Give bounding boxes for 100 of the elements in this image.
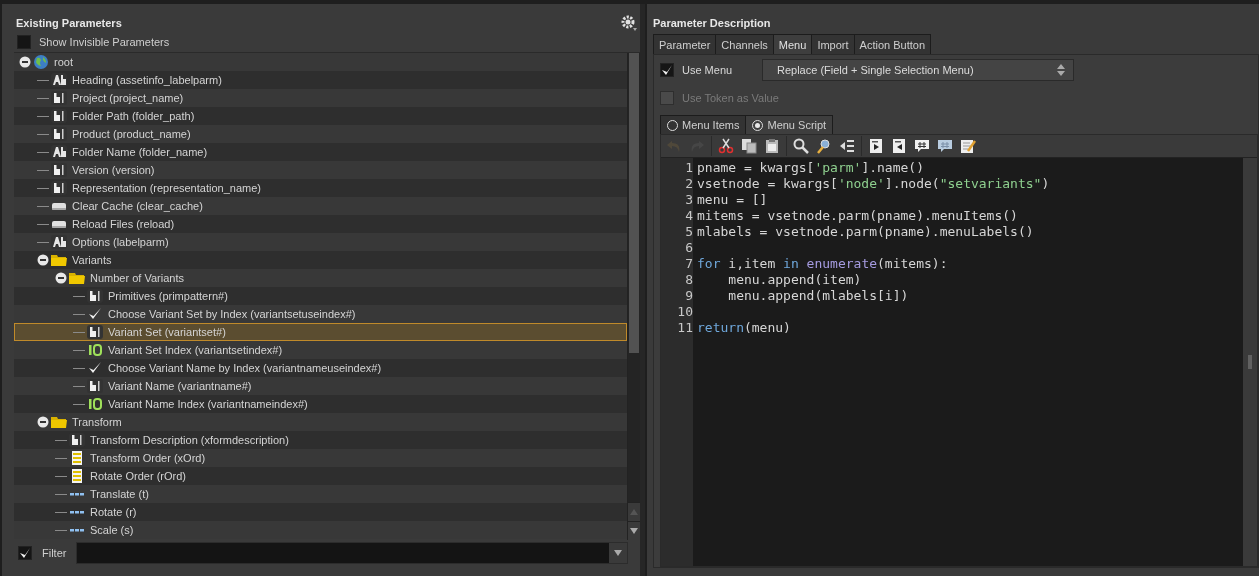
scissors-icon — [718, 138, 734, 154]
scissors-button[interactable] — [717, 137, 735, 155]
copy-button[interactable] — [740, 137, 758, 155]
search-button[interactable] — [792, 137, 810, 155]
tree-row[interactable]: Transform Description (xformdescription) — [14, 431, 627, 449]
indent-button[interactable] — [867, 137, 885, 155]
string-parm-icon — [87, 325, 103, 339]
clipboard-button[interactable] — [763, 137, 781, 155]
panel-title: Parameter Description — [652, 16, 772, 31]
tree-row[interactable]: Rotate Order (rOrd) — [14, 467, 627, 485]
integer-parm-icon — [87, 343, 103, 357]
folder-icon — [68, 271, 86, 285]
tree-row[interactable]: Folder Path (folder_path) — [14, 107, 627, 125]
collapse-icon[interactable] — [19, 56, 31, 68]
string-parm-icon — [51, 181, 67, 195]
magnifier-pencil-icon — [816, 138, 832, 154]
checkbox[interactable] — [17, 35, 31, 49]
string-parm-icon — [69, 433, 85, 447]
code-line: mitems = vsetnode.parm(pname).menuItems() — [697, 208, 1018, 224]
parameter-label: Variant Set (variantset#) — [108, 326, 226, 338]
line-number: 6 — [684, 240, 694, 256]
code-line: return(menu) — [697, 320, 791, 336]
line-number: 5 — [684, 224, 694, 240]
integer-parm-icon — [87, 397, 103, 411]
menu-parm-icon — [69, 451, 85, 465]
radio-tab[interactable]: Menu Items — [660, 115, 747, 134]
globe-icon — [33, 54, 49, 70]
code-line: menu.append(item) — [727, 272, 862, 288]
line-number: 7 — [684, 256, 694, 272]
line-number: 4 — [684, 208, 694, 224]
scrollbar[interactable] — [627, 53, 640, 540]
line-number: 1 — [684, 160, 694, 176]
scroll-thumb[interactable] — [629, 53, 639, 353]
collapse-icon[interactable] — [37, 416, 49, 428]
filter-label: Filter — [42, 547, 67, 559]
updown-arrows-icon — [1057, 64, 1065, 76]
copy-icon — [741, 138, 757, 154]
parameter-label: Number of Variants — [90, 272, 184, 284]
tree-row[interactable]: Heading (assetinfo_labelparm) — [14, 71, 627, 89]
tree-row[interactable]: Variant Name Index (variantnameindex#) — [14, 395, 627, 413]
menu-type-dropdown[interactable]: Replace (Field + Single Selection Menu) — [762, 59, 1074, 81]
parameter-label: Representation (representation_name) — [72, 182, 261, 194]
folder-icon — [50, 253, 68, 267]
parameter-label: Variant Set Index (variantsetindex#) — [108, 344, 283, 356]
notepad-pencil-button[interactable] — [959, 137, 977, 155]
checkbox-label: Use Token as Value — [682, 92, 779, 104]
outdent-button[interactable] — [890, 137, 908, 155]
tree-row[interactable]: Primitives (primpattern#) — [14, 287, 627, 305]
scroll-down-button[interactable] — [628, 521, 640, 540]
tree-row[interactable]: Representation (representation_name) — [14, 179, 627, 197]
tab[interactable]: Channels — [715, 34, 774, 54]
checkbox-label: Use Menu — [682, 64, 734, 76]
comment-button[interactable] — [913, 137, 931, 155]
string-parm-icon — [51, 91, 67, 105]
parameter-label: Primitives (primpattern#) — [108, 290, 228, 302]
tab[interactable]: Menu — [772, 34, 813, 54]
tab[interactable]: Parameter — [653, 34, 717, 54]
radio-tab[interactable]: Menu Script — [745, 115, 834, 134]
line-number: 10 — [676, 304, 694, 320]
string-parm-icon — [51, 127, 67, 141]
arrow-list-button[interactable] — [838, 137, 856, 155]
string-parm-icon — [51, 163, 67, 177]
collapse-icon[interactable] — [37, 254, 49, 266]
tree-row[interactable]: Variants — [14, 251, 627, 269]
string-parm-icon — [51, 109, 67, 123]
uncomment-icon — [937, 138, 953, 154]
checkbox[interactable] — [660, 63, 674, 77]
clipboard-icon — [764, 138, 780, 154]
resize-handle-icon[interactable] — [1247, 355, 1253, 369]
filter-field[interactable] — [76, 542, 628, 564]
code-line: pname = kwargs['parm'].name() — [697, 160, 924, 176]
tree-row[interactable]: Folder Name (folder_name) — [14, 143, 627, 161]
tree-row[interactable]: Choose Variant Name by Index (variantnameuseindex#) — [14, 359, 627, 377]
notepad-pencil-icon — [960, 138, 976, 154]
parameter-label: Version (version) — [72, 164, 155, 176]
parameter-label: Transform Order (xOrd) — [90, 452, 206, 464]
menu-parm-icon — [69, 469, 85, 483]
tab[interactable]: Action Button — [853, 34, 931, 54]
tree-row[interactable]: Variant Set (variantset#) — [14, 323, 627, 341]
parameter-label: Rotate Order (rOrd) — [90, 470, 186, 482]
checkbox[interactable] — [18, 546, 32, 560]
parameter-label: Heading (assetinfo_labelparm) — [72, 74, 222, 86]
code-line: menu = [] — [697, 192, 768, 208]
dropdown-arrow-icon[interactable] — [614, 550, 622, 556]
parameter-label: Project (project_name) — [72, 92, 184, 104]
search-icon — [793, 138, 809, 154]
magnifier-pencil-button[interactable] — [815, 137, 833, 155]
collapse-icon[interactable] — [55, 272, 67, 284]
code-line: mlabels = vsetnode.parm(pname).menuLabels() — [697, 224, 1034, 240]
parameter-label: Choose Variant Name by Index (variantnameuseindex#) — [108, 362, 382, 374]
uncomment-button[interactable] — [936, 137, 954, 155]
line-number: 2 — [684, 176, 694, 192]
tab[interactable]: Import — [811, 34, 855, 54]
tree-row[interactable]: Rotate (r) — [14, 503, 627, 521]
settings-icon[interactable] — [620, 14, 638, 32]
label-parm-icon — [51, 73, 67, 87]
tree-row[interactable]: Reload Files (reload) — [14, 215, 627, 233]
parameter-label: Product (product_name) — [72, 128, 191, 140]
parameter-label: Choose Variant Set by Index (variantsetuseindex#) — [108, 308, 356, 320]
parameter-label: Folder Path (folder_path) — [72, 110, 195, 122]
